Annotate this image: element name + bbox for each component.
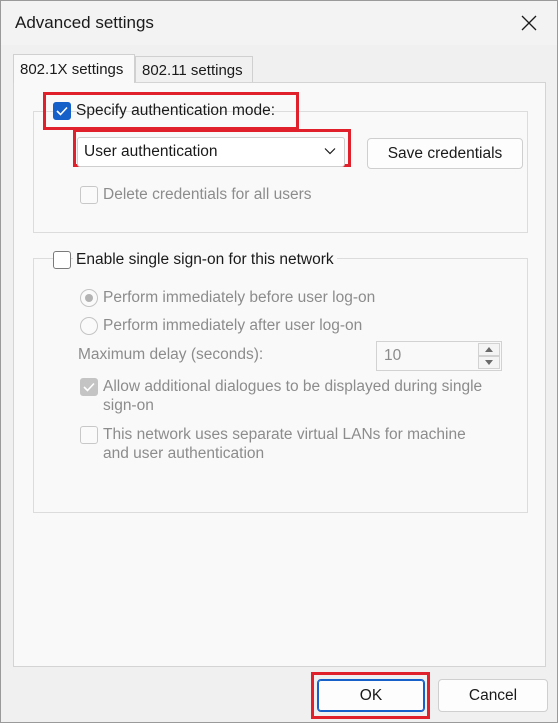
radio-selected-dot <box>85 294 93 302</box>
allow-dialogs-checkbox[interactable] <box>80 378 98 396</box>
enable-sso-checkbox[interactable] <box>53 251 71 269</box>
save-credentials-label: Save credentials <box>387 144 503 162</box>
spin-up-icon <box>485 347 493 352</box>
advanced-settings-dialog: Advanced settings 802.1X settings 802.11… <box>0 0 558 723</box>
ok-label: OK <box>359 686 383 704</box>
perform-after-logon-radio[interactable] <box>80 317 98 335</box>
checkmark-icon <box>83 382 95 392</box>
specify-auth-label[interactable]: Specify authentication mode: <box>76 101 275 120</box>
perform-before-logon-label: Perform immediately before user log-on <box>103 289 376 306</box>
spin-buttons <box>478 343 500 369</box>
spin-down-button[interactable] <box>478 356 500 369</box>
separate-vlans-checkbox[interactable] <box>80 426 98 444</box>
delete-credentials-checkbox[interactable] <box>80 186 98 204</box>
cancel-button[interactable]: Cancel <box>438 679 548 712</box>
max-delay-spinbox[interactable]: 10 <box>376 341 502 371</box>
ok-button[interactable]: OK <box>317 679 425 712</box>
separate-vlans-label-line2: and user authentication <box>103 445 265 462</box>
tab-panel-8021x: Specify authentication mode: User authen… <box>13 82 546 667</box>
dialog-button-bar: OK Cancel <box>1 669 557 722</box>
chevron-down-icon <box>324 148 336 155</box>
auth-mode-selected-value: User authentication <box>84 143 218 160</box>
spin-down-icon <box>485 360 493 365</box>
checkmark-icon <box>56 106 68 116</box>
perform-after-logon-label: Perform immediately after user log-on <box>103 317 363 334</box>
tab-label: 802.11 settings <box>142 62 243 79</box>
specify-auth-checkbox[interactable] <box>53 102 71 120</box>
spin-up-button[interactable] <box>478 343 500 356</box>
max-delay-label: Maximum delay (seconds): <box>78 346 264 363</box>
tab-80211-settings[interactable]: 802.11 settings <box>135 56 253 83</box>
window-title: Advanced settings <box>15 13 154 32</box>
enable-sso-label[interactable]: Enable single sign-on for this network <box>73 250 337 269</box>
tab-8021x-settings[interactable]: 802.1X settings <box>13 54 135 83</box>
tab-label: 802.1X settings <box>20 61 124 78</box>
save-credentials-button[interactable]: Save credentials <box>367 138 523 169</box>
auth-mode-dropdown[interactable]: User authentication <box>77 137 345 167</box>
delete-credentials-label: Delete credentials for all users <box>103 186 312 203</box>
allow-dialogs-label-line2: sign-on <box>103 397 154 414</box>
allow-dialogs-label-line1: Allow additional dialogues to be display… <box>103 378 483 395</box>
separate-vlans-label-line1: This network uses separate virtual LANs … <box>103 426 466 443</box>
title-bar: Advanced settings <box>1 1 557 45</box>
close-icon <box>521 15 537 31</box>
cancel-label: Cancel <box>468 686 518 704</box>
perform-before-logon-radio[interactable] <box>80 289 98 307</box>
max-delay-value: 10 <box>384 347 402 364</box>
close-button[interactable] <box>511 5 547 41</box>
